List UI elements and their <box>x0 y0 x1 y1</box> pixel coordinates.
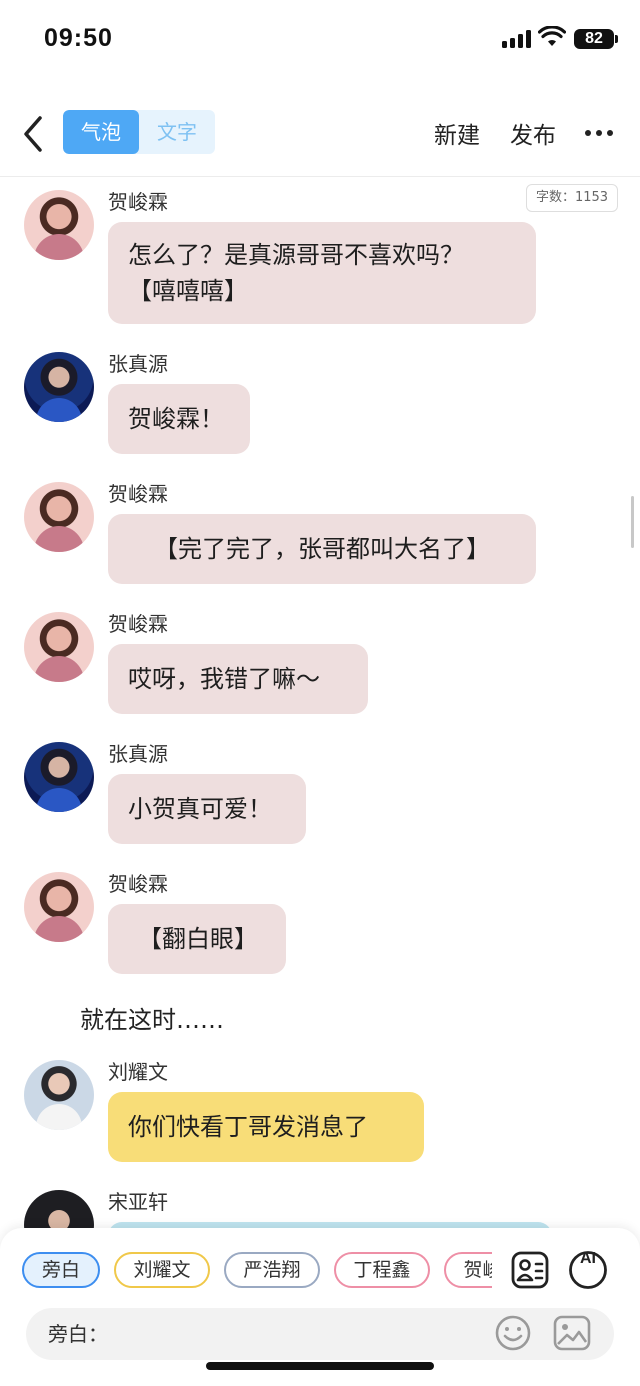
signal-icon <box>502 30 532 48</box>
role-chip-hejunlin[interactable]: 贺峻霖 <box>444 1252 492 1288</box>
wifi-icon <box>538 26 566 46</box>
speaker-name: 贺峻霖 <box>108 872 168 896</box>
role-chip-liuyaowen[interactable]: 刘耀文 <box>114 1252 210 1288</box>
message-bubble[interactable]: 【翻白眼】 <box>108 904 286 974</box>
role-chip-yanhaoxiang[interactable]: 严浩翔 <box>224 1252 320 1288</box>
narration-text[interactable]: 就在这时…… <box>80 1000 224 1035</box>
image-icon[interactable] <box>552 1314 592 1352</box>
home-indicator <box>206 1362 434 1370</box>
top-bar: 气泡 文字 新建 发布 <box>0 100 640 170</box>
input-role-label: 旁白： <box>48 1322 108 1346</box>
tab-bubble[interactable]: 气泡 <box>63 110 139 154</box>
avatar[interactable] <box>24 190 94 260</box>
tab-text[interactable]: 文字 <box>139 110 215 154</box>
role-chip-narration[interactable]: 旁白 <box>22 1252 100 1288</box>
message-line: 贺峻霖！ <box>128 405 224 433</box>
role-card-icon[interactable] <box>510 1250 550 1290</box>
emoji-icon[interactable] <box>494 1314 532 1352</box>
more-icon[interactable] <box>584 118 614 148</box>
speaker-name: 张真源 <box>108 742 168 766</box>
message-line: 你们快看丁哥发消息了 <box>128 1113 368 1141</box>
mode-toggle: 气泡 文字 <box>63 110 215 154</box>
message-bubble[interactable]: 【完了完了，张哥都叫大名了】 <box>108 514 536 584</box>
scrollbar[interactable] <box>631 496 634 548</box>
message-line: 【嘻嘻嘻】 <box>128 277 248 305</box>
message-bubble[interactable]: 小贺真可爱！ <box>108 774 306 844</box>
word-count-badge: 字数：1153 <box>526 184 618 212</box>
message-line: 【完了完了，张哥都叫大名了】 <box>154 535 490 563</box>
publish-button[interactable]: 发布 <box>510 116 556 150</box>
message-bubble[interactable]: 你们快看丁哥发消息了 <box>108 1092 424 1162</box>
message-line: 哎呀，我错了嘛～ <box>128 665 320 693</box>
avatar[interactable] <box>24 742 94 812</box>
header-divider <box>0 176 640 177</box>
avatar[interactable] <box>24 612 94 682</box>
role-chip-dingchengxin[interactable]: 丁程鑫 <box>334 1252 430 1288</box>
ai-label: AI <box>580 1250 596 1267</box>
battery-level: 82 <box>585 30 603 47</box>
avatar[interactable] <box>24 352 94 422</box>
avatar[interactable] <box>24 872 94 942</box>
speaker-name: 张真源 <box>108 352 168 376</box>
message-bubble[interactable]: 贺峻霖！ <box>108 384 250 454</box>
speaker-name: 宋亚轩 <box>108 1190 168 1214</box>
message-line: 怎么了？是真源哥哥不喜欢吗？ <box>128 241 464 269</box>
speaker-name: 贺峻霖 <box>108 612 168 636</box>
ai-icon[interactable]: AI <box>568 1250 608 1290</box>
speaker-name: 贺峻霖 <box>108 482 168 506</box>
battery-icon: 82 <box>574 29 618 49</box>
message-line: 【翻白眼】 <box>138 925 258 953</box>
message-bubble[interactable]: 怎么了？是真源哥哥不喜欢吗？ 【嘻嘻嘻】 <box>108 222 536 324</box>
avatar[interactable] <box>24 482 94 552</box>
status-bar: 09:50 82 <box>0 0 640 80</box>
speaker-name: 贺峻霖 <box>108 190 168 214</box>
message-line: 小贺真可爱！ <box>128 795 272 823</box>
avatar[interactable] <box>24 1060 94 1130</box>
back-icon[interactable] <box>16 114 56 154</box>
role-chip-bar[interactable]: 旁白 刘耀文 严浩翔 丁程鑫 贺峻霖 <box>22 1252 492 1290</box>
message-bubble[interactable]: 哎呀，我错了嘛～ <box>108 644 368 714</box>
clock: 09:50 <box>44 24 113 52</box>
message-input[interactable]: 旁白： <box>26 1308 614 1360</box>
speaker-name: 刘耀文 <box>108 1060 168 1084</box>
new-button[interactable]: 新建 <box>434 116 480 150</box>
